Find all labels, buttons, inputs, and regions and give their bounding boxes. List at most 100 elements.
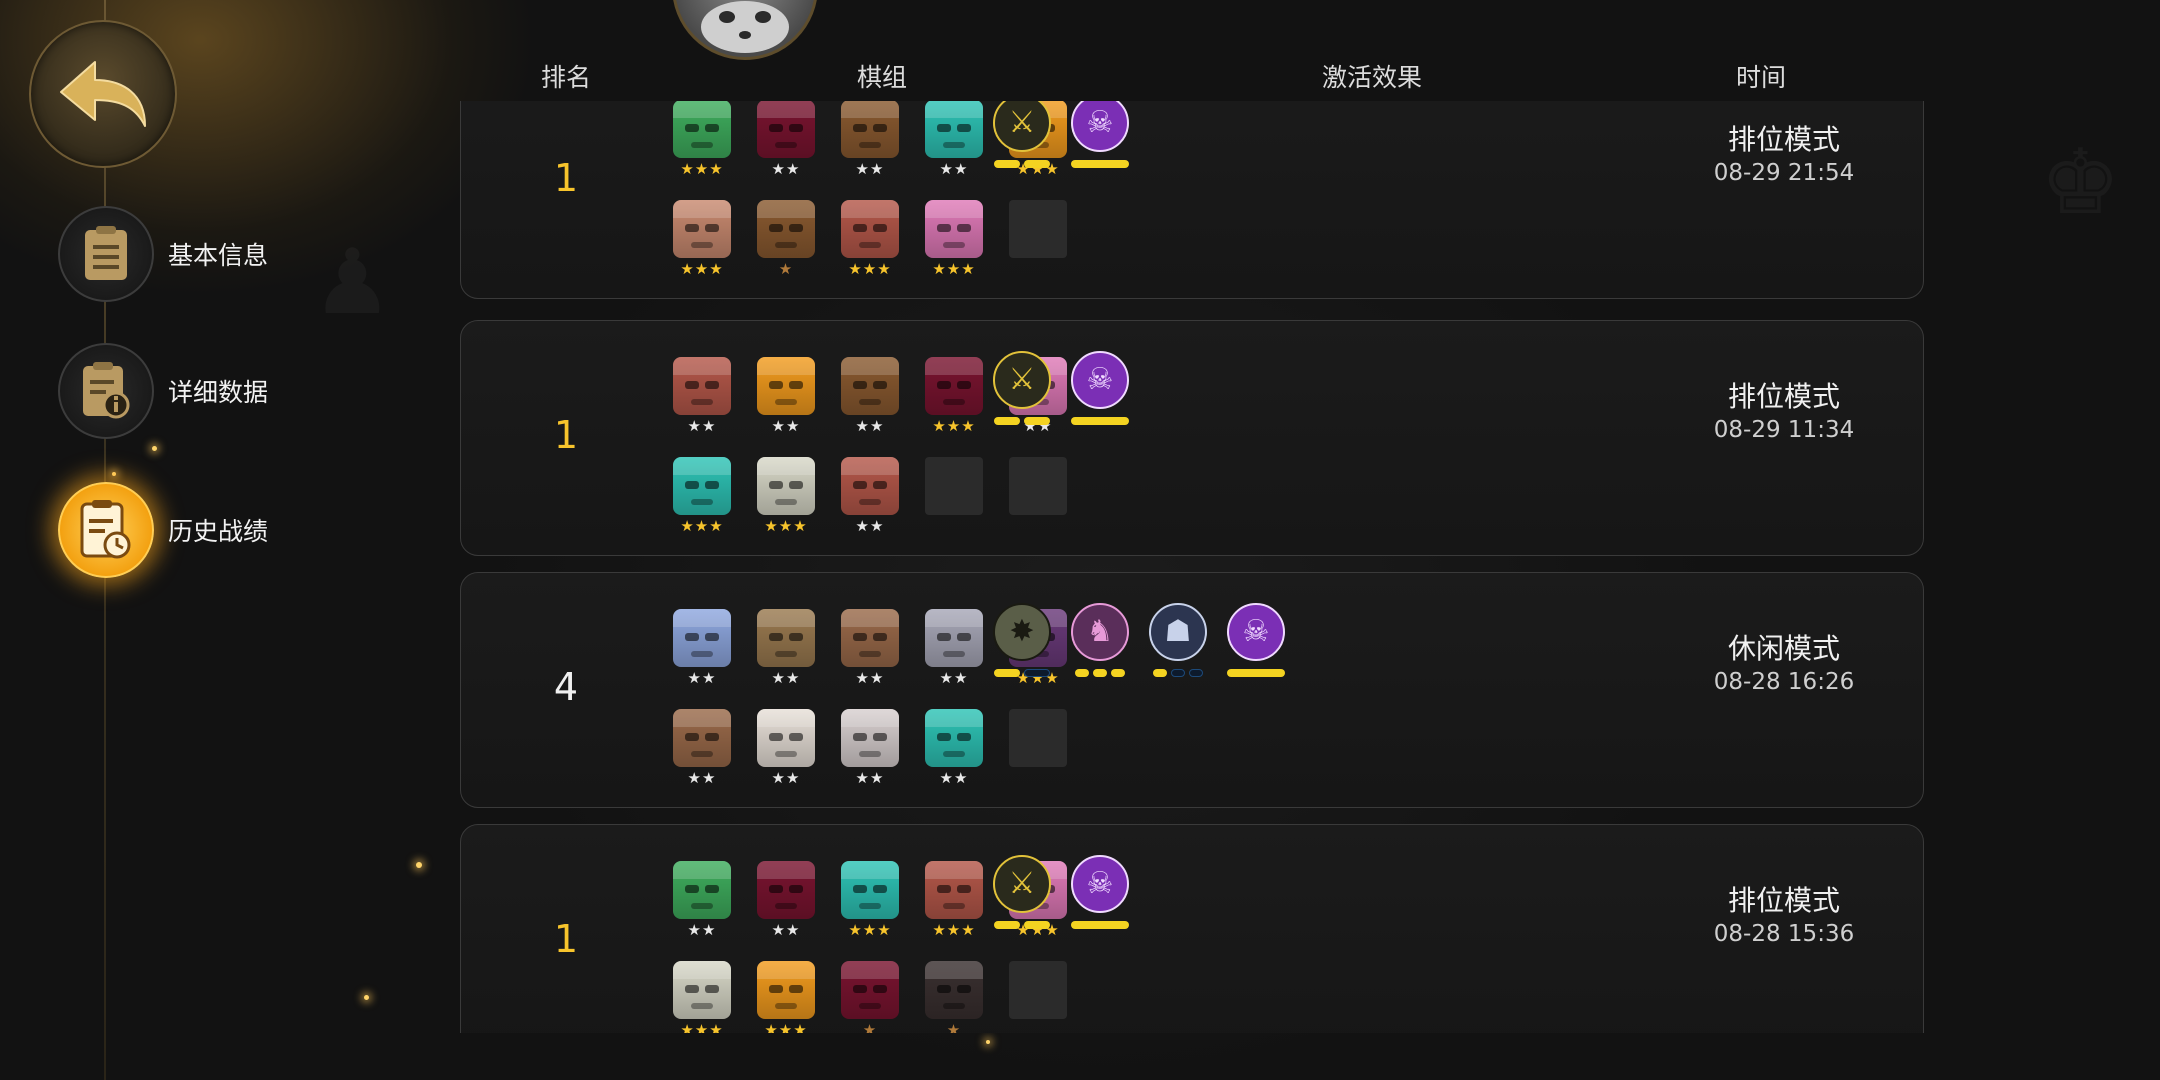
chess-piece-portrait-icon <box>841 609 899 667</box>
chess-piece[interactable]: ★★★ <box>755 961 817 1033</box>
chess-piece[interactable]: ★★★ <box>671 457 733 535</box>
nav-basic-info-button[interactable] <box>58 206 154 302</box>
trait-level-bars <box>991 921 1053 929</box>
match-info: 休闲模式 08-28 16:26 <box>1651 627 1917 695</box>
star-rating: ★★★ <box>680 260 724 278</box>
chess-piece[interactable]: ★★★ <box>923 861 985 939</box>
nav-basic-info[interactable]: 基本信息 <box>58 206 268 302</box>
match-record-card[interactable]: 1 ★★ ★★ ★★★ ★★★ ★★★ ★★★ ★★★ ★ ★ ⚔ ☠ 排位模式 08-28 15:36 <box>460 824 1924 1033</box>
chess-piece[interactable]: ★★ <box>923 709 985 787</box>
nav-detail-data-button[interactable] <box>58 343 154 439</box>
trait-synergy[interactable]: ♞ <box>1069 603 1131 677</box>
trait-synergy[interactable]: ✸ <box>991 603 1053 677</box>
chess-piece[interactable]: ★★★ <box>671 961 733 1033</box>
trait-bar-active <box>1024 160 1050 168</box>
chess-piece[interactable]: ★★★ <box>671 200 733 278</box>
chess-piece[interactable]: ★★★ <box>671 101 733 178</box>
chess-piece-portrait-icon <box>757 861 815 919</box>
chess-piece[interactable]: ★★★ <box>923 200 985 278</box>
trait-synergy[interactable]: ⚔ <box>991 101 1053 168</box>
rank-value: 1 <box>553 917 579 961</box>
chess-piece[interactable]: ★★ <box>923 609 985 687</box>
trait-synergy[interactable]: ☠ <box>1069 351 1131 425</box>
trait-level-bars <box>1069 160 1131 168</box>
star-rating: ★★ <box>855 669 885 687</box>
chess-piece[interactable]: ★★ <box>755 709 817 787</box>
trait-synergy[interactable]: ☠ <box>1069 101 1131 168</box>
trait-synergy[interactable]: ⚔ <box>991 855 1053 929</box>
star-rating: ★★★ <box>764 1021 808 1033</box>
chess-piece[interactable]: ★ <box>755 200 817 278</box>
empty-piece-slot <box>1009 457 1067 515</box>
star-rating: ★★★ <box>932 417 976 435</box>
match-record-card[interactable]: 4 ★★ ★★ ★★ ★★ ★★★ ★★ ★★ ★★ ★★ ✸ ♞ ☗ ☠ 休闲模式 08-28 16:26 <box>460 572 1924 808</box>
match-record-card[interactable]: 1 ★★ ★★ ★★ ★★★ ★★ ★★★ ★★★ ★★ ⚔ ☠ 排位模式 08-29 11:34 <box>460 320 1924 556</box>
chess-piece[interactable]: ★★ <box>839 709 901 787</box>
chess-piece-portrait-icon <box>757 200 815 258</box>
beast-icon: ✸ <box>993 603 1051 661</box>
chess-piece[interactable]: ★★ <box>671 357 733 435</box>
star-rating: ★★ <box>855 769 885 787</box>
star-rating: ★★ <box>771 160 801 178</box>
chess-piece[interactable]: ★★ <box>671 861 733 939</box>
empty-piece-slot <box>1009 200 1067 258</box>
chess-piece[interactable]: ★★ <box>839 101 901 178</box>
trait-synergy[interactable]: ☠ <box>1069 855 1131 929</box>
chess-piece-portrait-icon <box>673 609 731 667</box>
star-rating: ★★ <box>771 769 801 787</box>
chess-piece[interactable]: ★★ <box>671 609 733 687</box>
chess-piece-portrait-icon <box>841 457 899 515</box>
chess-piece-portrait-icon <box>673 961 731 1019</box>
game-mode-label: 排位模式 <box>1727 380 1840 413</box>
empty-piece-slot <box>1009 961 1067 1019</box>
star-rating: ★ <box>946 1021 962 1033</box>
trait-bar-active <box>1071 417 1129 425</box>
match-info: 排位模式 08-29 11:34 <box>1651 375 1917 443</box>
chess-piece-portrait-icon <box>757 457 815 515</box>
chess-piece[interactable]: ★★★ <box>923 357 985 435</box>
trait-level-bars <box>991 669 1053 677</box>
back-button[interactable] <box>29 20 177 168</box>
sparkle <box>112 472 116 476</box>
swords-icon: ⚔ <box>993 855 1051 913</box>
match-record-card[interactable]: 1 ★★★ ★★ ★★ ★★ ★★★ ★★★ ★ ★★★ ★★★ ⚔ ☠ 排位模式 08-29 21:54 <box>460 101 1924 299</box>
chess-piece[interactable]: ★★ <box>839 457 901 535</box>
chess-piece-portrait-icon <box>841 357 899 415</box>
game-mode-label: 排位模式 <box>1727 123 1840 156</box>
chess-piece[interactable]: ★★ <box>755 609 817 687</box>
swords-icon: ⚔ <box>993 101 1051 152</box>
skull-icon: ☠ <box>1071 101 1129 152</box>
chess-piece[interactable]: ★★ <box>755 861 817 939</box>
star-rating: ★★ <box>939 669 969 687</box>
mask-icon: ☗ <box>1149 603 1207 661</box>
chess-piece[interactable]: ★★★ <box>755 457 817 535</box>
chess-piece[interactable]: ★★ <box>755 357 817 435</box>
chess-piece[interactable]: ★★★ <box>839 861 901 939</box>
chess-piece[interactable]: ★★ <box>755 101 817 178</box>
knight-icon: ♞ <box>1071 603 1129 661</box>
match-history-list[interactable]: 1 ★★★ ★★ ★★ ★★ ★★★ ★★★ ★ ★★★ ★★★ ⚔ ☠ 排位模式 08-29 21:54… <box>460 101 1928 1033</box>
chess-piece[interactable]: ★★★ <box>839 200 901 278</box>
chess-piece[interactable]: ★ <box>839 961 901 1033</box>
nav-match-history-button[interactable] <box>58 482 154 578</box>
nav-match-history[interactable]: 历史战绩 <box>58 482 268 578</box>
chess-piece-portrait-icon <box>757 709 815 767</box>
header-team: 棋组 <box>856 63 908 92</box>
chess-piece[interactable]: ★★ <box>923 101 985 178</box>
nav-detail-data[interactable]: 详细数据 <box>58 343 268 439</box>
skull-icon: ☠ <box>1227 603 1285 661</box>
chess-piece[interactable]: ★★ <box>839 357 901 435</box>
chess-piece[interactable]: ★ <box>923 961 985 1033</box>
trait-bar-inactive <box>1024 669 1050 677</box>
match-timestamp: 08-29 21:54 <box>1713 160 1855 186</box>
trait-synergy[interactable]: ☠ <box>1225 603 1287 677</box>
chess-piece[interactable]: ★★ <box>839 609 901 687</box>
trait-level-bars <box>1225 669 1287 677</box>
trait-bar-active <box>1227 669 1285 677</box>
star-rating: ★ <box>862 1021 878 1033</box>
trait-synergy[interactable]: ⚔ <box>991 351 1053 425</box>
trait-synergy[interactable]: ☗ <box>1147 603 1209 677</box>
chess-piece-portrait-icon <box>673 357 731 415</box>
chess-piece[interactable]: ★★ <box>671 709 733 787</box>
trait-bar-active <box>1024 921 1050 929</box>
